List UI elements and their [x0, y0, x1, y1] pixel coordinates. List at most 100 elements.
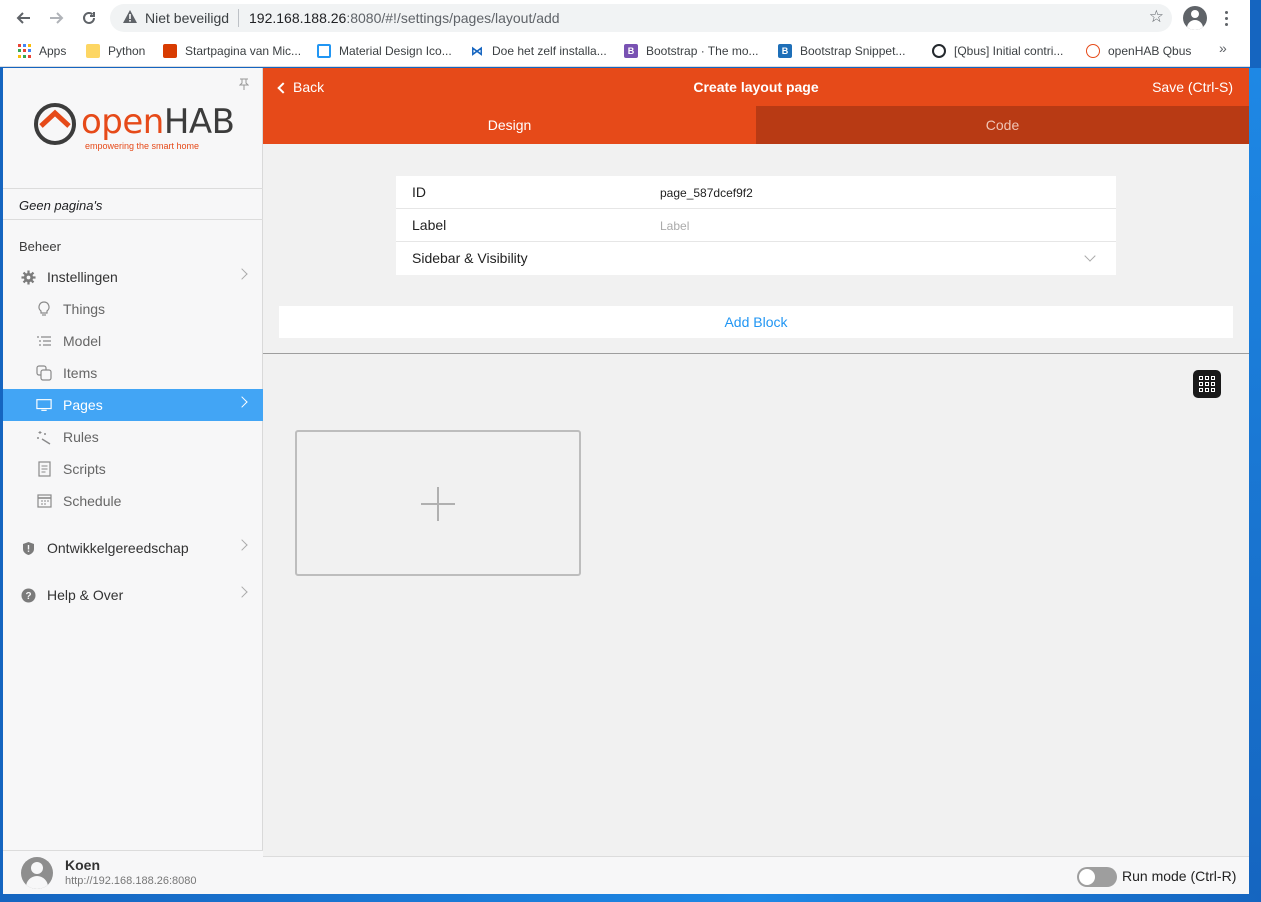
bowtie-icon: ⋈	[471, 44, 483, 58]
id-value: page_587dcef9f2	[660, 186, 753, 200]
save-button[interactable]: Save (Ctrl-S)	[1152, 79, 1233, 95]
shield-icon	[20, 540, 36, 556]
run-mode-label: Run mode (Ctrl-R)	[1122, 868, 1237, 884]
sidebar-item-schedule[interactable]: Schedule	[3, 485, 263, 517]
bookmark-qbus[interactable]: [Qbus] Initial contri...	[932, 41, 1063, 61]
bookmarks-more-icon[interactable]: »	[1219, 40, 1227, 56]
help-icon: ?	[20, 587, 36, 603]
id-label: ID	[412, 184, 426, 200]
label-input[interactable]	[660, 219, 1090, 233]
user-server-url: http://192.168.188.26:8080	[65, 875, 197, 887]
chevron-right-icon	[236, 268, 248, 280]
sidebar-item-items[interactable]: Items	[3, 357, 263, 389]
back-arrow-icon[interactable]	[12, 6, 36, 30]
bookmark-python[interactable]: Python	[86, 41, 145, 61]
sidebar-item-label: Rules	[63, 429, 99, 445]
bookmark-star-icon[interactable]: ☆	[1149, 7, 1164, 27]
pin-icon[interactable]	[238, 78, 250, 93]
tab-design[interactable]: Design	[263, 106, 756, 144]
chevron-right-icon	[236, 586, 248, 598]
main-content: Back Create layout page Save (Ctrl-S) De…	[263, 68, 1249, 894]
bookmark-apps[interactable]: Apps	[17, 41, 66, 61]
github-icon	[932, 44, 946, 58]
bookmark-material-design[interactable]: Material Design Ico...	[317, 41, 452, 61]
sidebar-item-things[interactable]: Things	[3, 293, 263, 325]
page-title: Create layout page	[693, 79, 819, 95]
chevron-right-icon	[236, 539, 248, 551]
bookmark-doe-het-zelf[interactable]: ⋈ Doe het zelf installa...	[470, 41, 607, 61]
add-block-button[interactable]: Add Block	[279, 306, 1233, 338]
snippets-icon: B	[778, 44, 792, 58]
reload-icon[interactable]	[77, 6, 101, 30]
folder-icon	[86, 44, 100, 58]
sidebar-visibility-row[interactable]: Sidebar & Visibility	[396, 242, 1116, 275]
label-row: Label	[396, 209, 1116, 242]
profile-avatar-icon[interactable]	[1183, 6, 1207, 30]
sidebar-item-label: Model	[63, 333, 102, 349]
calendar-icon	[36, 493, 52, 509]
apps-grid-icon	[17, 44, 31, 58]
sidebar-item-label: Schedule	[63, 493, 122, 509]
bookmark-startpagina[interactable]: Startpagina van Mic...	[163, 41, 301, 61]
items-icon	[36, 365, 52, 381]
gear-icon	[20, 269, 36, 285]
label-label: Label	[412, 217, 447, 233]
bookmark-openhab-qbus[interactable]: openHAB Qbus	[1086, 41, 1191, 61]
sidebar-item-label: Help & Over	[47, 587, 124, 603]
sidebar-item-model[interactable]: Model	[3, 325, 263, 357]
user-panel[interactable]: Koen http://192.168.188.26:8080	[3, 850, 263, 894]
bookmark-bootstrap[interactable]: B Bootstrap · The mo...	[624, 41, 759, 61]
chevron-down-icon	[1084, 250, 1096, 262]
wand-icon	[36, 429, 52, 445]
logo-tagline: empowering the smart home	[85, 141, 200, 151]
page-properties-form: ID page_587dcef9f2 Label Sidebar & Visib…	[396, 176, 1116, 275]
user-name: Koen	[65, 857, 100, 873]
svg-text:?: ?	[25, 591, 31, 602]
sidebar-item-label: Ontwikkelgereedschap	[47, 540, 189, 556]
sidebar-item-pages[interactable]: Pages	[3, 389, 263, 421]
sidebar-item-label: Things	[63, 301, 106, 317]
taskbar-edge	[0, 894, 1261, 902]
user-avatar-icon	[21, 857, 53, 889]
lightbulb-icon	[36, 301, 52, 317]
id-row: ID page_587dcef9f2	[396, 176, 1116, 209]
tab-bar: Design Code	[263, 106, 1249, 144]
openhab-logo: openHAB empowering the smart home	[33, 96, 235, 156]
address-bar[interactable]: Niet beveiligd 192.168.188.26:8080/#!/se…	[110, 4, 1172, 32]
sidebar-visibility-label: Sidebar & Visibility	[412, 250, 528, 266]
run-mode-toggle[interactable]	[1077, 867, 1117, 887]
sidebar-item-help[interactable]: ? Help & Over	[3, 579, 263, 611]
sidebar-item-ontwikkelgereedschap[interactable]: Ontwikkelgereedschap	[3, 532, 263, 564]
list-icon	[36, 333, 52, 349]
openhab-icon	[1086, 44, 1100, 58]
add-widget-placeholder[interactable]	[295, 430, 581, 576]
material-design-icon	[317, 44, 331, 58]
plus-icon	[437, 487, 439, 521]
forward-arrow-icon[interactable]	[44, 6, 68, 30]
sidebar-item-rules[interactable]: Rules	[3, 421, 263, 453]
sidebar-divider	[3, 219, 263, 220]
sidebar-item-label: Instellingen	[47, 269, 118, 285]
browser-toolbar: Niet beveiligd 192.168.188.26:8080/#!/se…	[0, 0, 1250, 36]
openhab-app: openHAB empowering the smart home Geen p…	[3, 68, 1249, 894]
section-title-beheer: Beheer	[19, 239, 61, 254]
window-edge	[1249, 68, 1261, 902]
sidebar-item-label: Scripts	[63, 461, 106, 477]
browser-menu-icon[interactable]	[1220, 6, 1232, 30]
logo-wordmark: openHAB	[81, 102, 235, 142]
bootstrap-icon: B	[624, 44, 638, 58]
url-text[interactable]: 192.168.188.26:8080/#!/settings/pages/la…	[249, 10, 560, 26]
bookmark-bootstrap-snippets[interactable]: B Bootstrap Snippet...	[778, 41, 905, 61]
monitor-icon	[36, 397, 52, 413]
warning-icon	[123, 10, 137, 23]
grid-layout-icon[interactable]	[1193, 370, 1221, 398]
canvas-divider	[263, 353, 1249, 354]
sidebar-item-scripts[interactable]: Scripts	[3, 453, 263, 485]
sidebar: openHAB empowering the smart home Geen p…	[3, 68, 263, 894]
office-icon	[163, 44, 177, 58]
sidebar-item-instellingen[interactable]: Instellingen	[3, 261, 263, 293]
tab-code[interactable]: Code	[756, 106, 1249, 144]
address-separator	[238, 9, 239, 27]
sidebar-item-label: Pages	[63, 397, 103, 413]
security-label: Niet beveiligd	[145, 10, 230, 26]
